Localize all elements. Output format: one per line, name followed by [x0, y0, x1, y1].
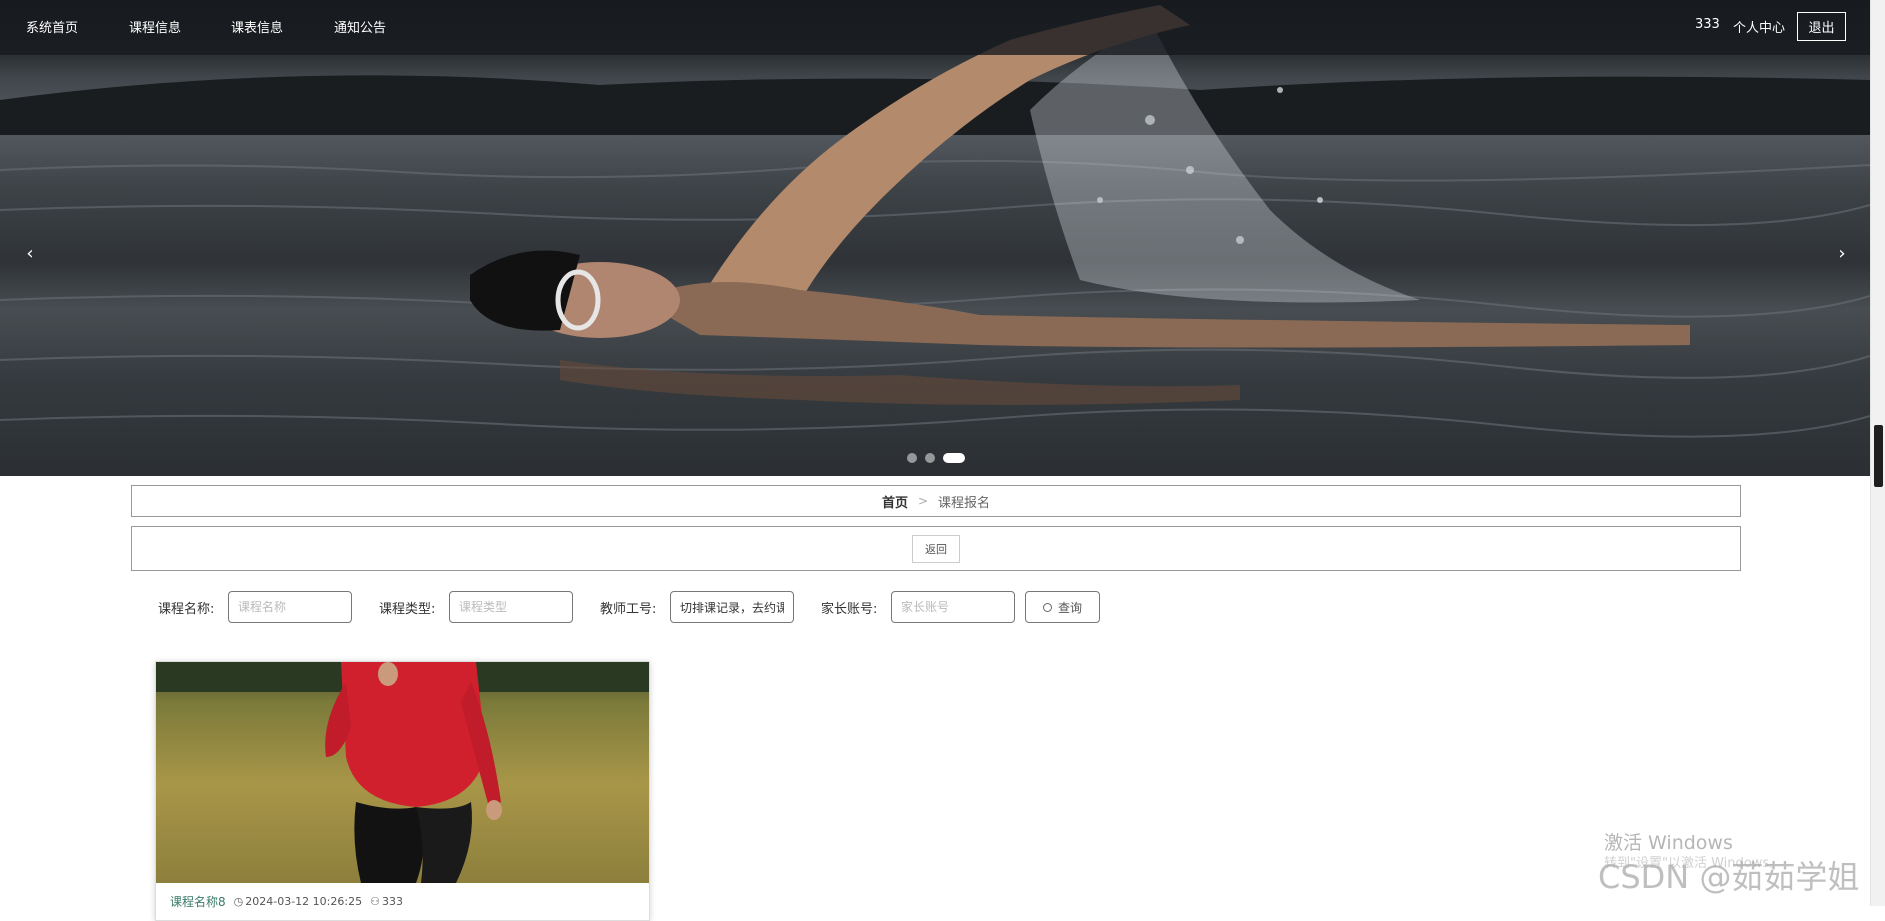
carousel-dot[interactable] [907, 453, 917, 463]
search-button-label: 查询 [1057, 600, 1082, 615]
clock-icon: ◷ [233, 895, 244, 908]
nav-item-schedule[interactable]: 课表信息 [231, 17, 283, 36]
username-label: 333 [1695, 17, 1720, 32]
carousel-next-icon[interactable]: › [1832, 243, 1852, 264]
page-scrollbar[interactable] [1870, 0, 1885, 906]
breadcrumb-home-link[interactable]: 首页 [882, 492, 908, 511]
back-button[interactable]: 返回 [912, 534, 960, 563]
nav-item-courses[interactable]: 课程信息 [129, 17, 181, 36]
teacher-id-input[interactable] [670, 591, 794, 623]
profile-link[interactable]: 个人中心 [1733, 17, 1785, 36]
nav-item-notices[interactable]: 通知公告 [334, 17, 386, 36]
teacher-id-label: 教师工号: [600, 602, 657, 617]
hero-carousel[interactable]: ‹ › [0, 0, 1870, 476]
windows-activation-watermark: 激活 Windows [1604, 832, 1733, 854]
breadcrumb: 首页 > 课程报名 [131, 485, 1741, 517]
course-name-label: 课程名称: [158, 602, 215, 617]
carousel-dot[interactable] [925, 453, 935, 463]
breadcrumb-separator: > [917, 494, 929, 508]
course-type-input[interactable] [449, 591, 573, 623]
top-navigation-bar: 系统首页 课程信息 课表信息 通知公告 333 个人中心 退出 [0, 0, 1870, 55]
course-title: 课程名称8 [170, 895, 226, 909]
course-type-label: 课程类型: [379, 602, 436, 617]
search-button[interactable]: 查询 [1025, 591, 1100, 623]
course-card-meta: 课程名称8 ◷ 2024-03-12 10:26:25 ⚇ 333 [170, 893, 403, 910]
back-bar: 返回 [131, 526, 1741, 571]
course-time: 2024-03-12 10:26:25 [245, 895, 363, 908]
nav-item-home[interactable]: 系统首页 [26, 17, 78, 36]
user-icon: ⚇ [370, 895, 380, 908]
carousel-prev-icon[interactable]: ‹ [20, 243, 40, 264]
course-name-input[interactable] [228, 591, 352, 623]
csdn-watermark: CSDN @茹茹学姐 [1598, 858, 1860, 896]
course-card[interactable]: 课程名称8 ◷ 2024-03-12 10:26:25 ⚇ 333 [155, 661, 650, 921]
logout-button[interactable]: 退出 [1797, 12, 1846, 41]
search-icon [1042, 602, 1052, 612]
course-card-image [156, 662, 649, 883]
parent-account-label: 家长账号: [821, 602, 878, 617]
course-user: 333 [381, 895, 403, 908]
swimmer-banner-image [0, 5, 1870, 438]
breadcrumb-current: 课程报名 [938, 495, 991, 511]
parent-account-input[interactable] [891, 591, 1015, 623]
scrollbar-thumb[interactable] [1874, 425, 1883, 487]
carousel-dot-active[interactable] [943, 453, 965, 463]
